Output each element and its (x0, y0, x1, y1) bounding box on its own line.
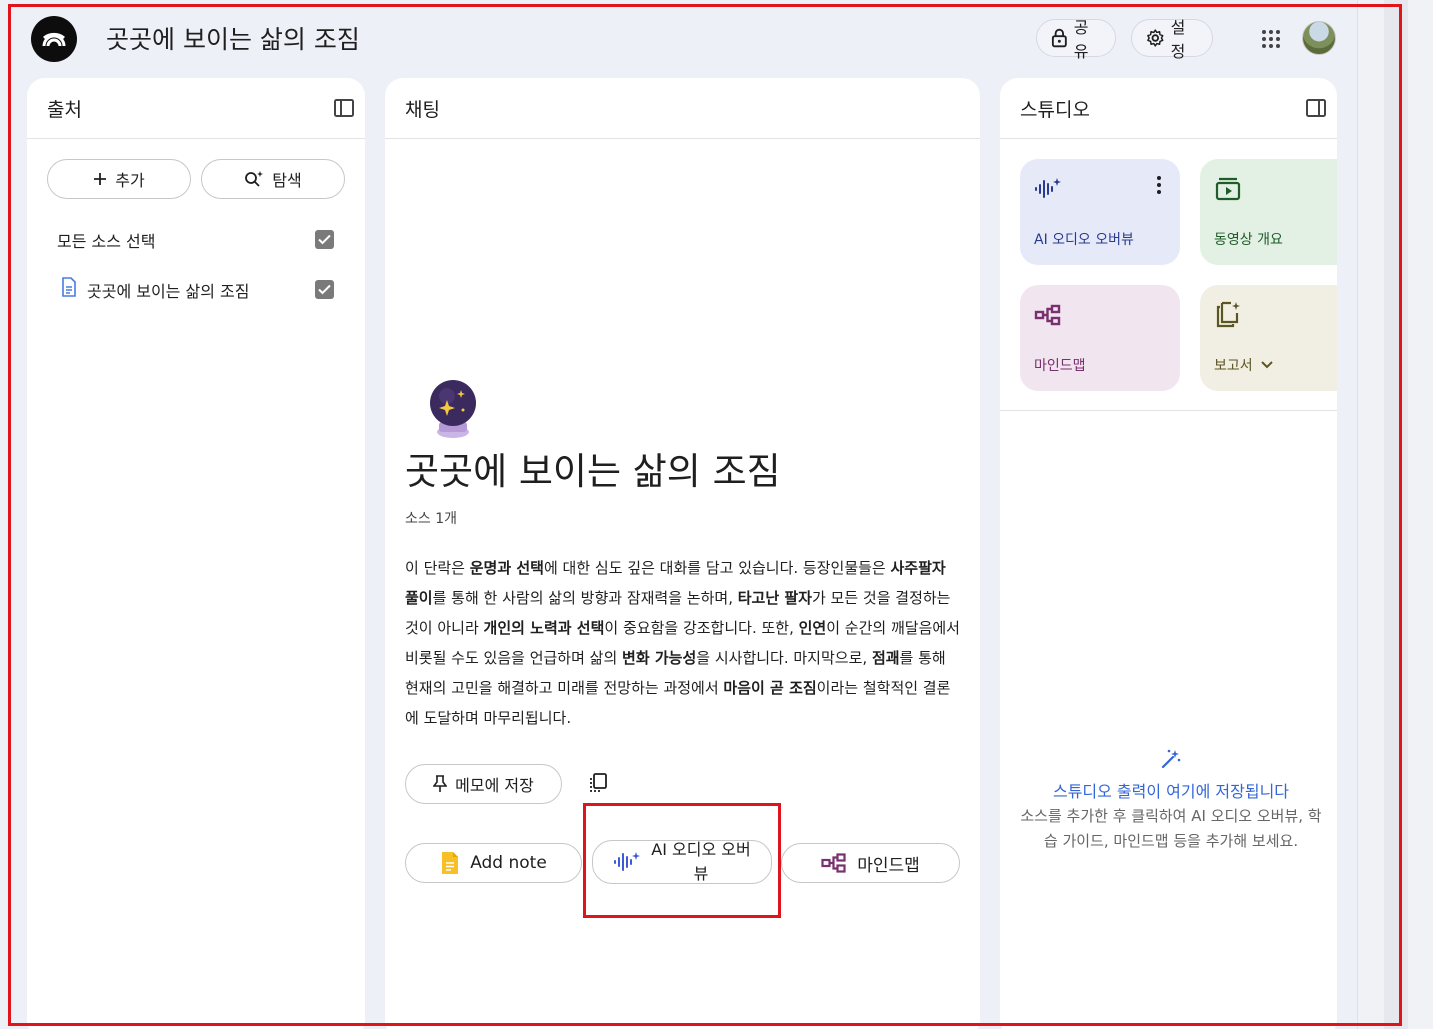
studio-panel: 스튜디오 AI 오디오 오버뷰 동영상 개요 마인드맵 보고서 스튜디오 출력이… (1000, 78, 1337, 1029)
settings-label: 설정 (1170, 18, 1186, 61)
select-all-label: 모든 소스 선택 (57, 232, 156, 251)
sources-panel: 출처 추가 탐색 모든 소스 선택 곳곳에 보이는 삶의 조짐 (27, 78, 365, 1029)
mind-map-label: 마인드맵 (857, 855, 920, 876)
mind-map-icon (821, 853, 846, 873)
mind-map-suggestion-button[interactable]: 마인드맵 (781, 843, 960, 883)
page-title[interactable]: 곳곳에 보이는 삶의 조짐 (106, 20, 360, 56)
apps-grid-icon[interactable] (1261, 29, 1281, 49)
summary-text: 을 시사합니다. 마지막으로, (696, 649, 872, 667)
studio-card-report[interactable]: 보고서 (1200, 285, 1337, 391)
studio-empty-state: 스튜디오 출력이 여기에 저장됩니다 소스를 추가한 후 클릭하여 AI 오디오… (1016, 748, 1326, 854)
explore-button[interactable]: 탐색 (201, 159, 345, 199)
summary-bold-phrase: 변화 가능성 (622, 649, 697, 667)
scrollbar-track[interactable] (1384, 0, 1408, 1029)
summary-bold-phrase: 인연 (798, 619, 827, 637)
notebook-summary: 이 단락은 운명과 선택에 대한 심도 깊은 대화를 담고 있습니다. 등장인물… (405, 553, 960, 733)
lock-icon (1051, 28, 1067, 48)
studio-divider (1000, 410, 1337, 411)
audio-overview-suggestion-button[interactable]: AI 오디오 오버뷰 (592, 840, 772, 884)
source-item[interactable]: 곳곳에 보이는 삶의 조짐 (57, 273, 347, 305)
app-root: 곳곳에 보이는 삶의 조짐 공유 설정 출처 추가 탐색 모든 소스 선택 곳곳… (0, 0, 1357, 1029)
studio-card-video-overview[interactable]: 동영상 개요 (1200, 159, 1337, 265)
collapse-panel-icon[interactable] (1305, 97, 1327, 119)
note-icon (442, 852, 459, 874)
studio-panel-header: 스튜디오 (1000, 78, 1337, 139)
add-source-label: 추가 (115, 171, 145, 190)
document-icon (62, 277, 76, 297)
summary-bold-phrase: 운명과 선택 (469, 559, 544, 577)
summary-bold-phrase: 마음이 곧 조짐 (723, 679, 817, 697)
summary-bold-phrase: 점괘 (871, 649, 900, 667)
share-label: 공유 (1073, 18, 1089, 61)
summary-bold-phrase: 타고난 팔자 (737, 589, 812, 607)
audio-overview-label: AI 오디오 오버뷰 (651, 840, 751, 883)
check-icon (318, 284, 331, 295)
summary-bold-phrase: 개인의 노력과 선택 (483, 619, 605, 637)
plus-icon (94, 173, 107, 185)
source-item-checkbox[interactable] (315, 280, 334, 299)
report-icon (1216, 301, 1240, 328)
mind-map-icon (1034, 304, 1061, 326)
save-to-note-label: 메모에 저장 (455, 776, 534, 795)
summary-text: 에 대한 심도 깊은 대화를 담고 있습니다. 등장인물들은 (543, 559, 891, 577)
gear-icon (1147, 29, 1164, 47)
studio-card-label: 동영상 개요 (1214, 232, 1283, 248)
studio-card-mind-map[interactable]: 마인드맵 (1020, 285, 1180, 391)
audio-wave-icon (614, 852, 640, 871)
studio-card-report-label-wrap: 보고서 (1214, 355, 1273, 375)
share-button[interactable]: 공유 (1036, 18, 1116, 61)
studio-card-label: 마인드맵 (1034, 358, 1086, 374)
studio-card-audio-overview[interactable]: AI 오디오 오버뷰 (1020, 159, 1180, 265)
studio-card-label: AI 오디오 오버뷰 (1034, 232, 1134, 248)
studio-empty-title: 스튜디오 출력이 여기에 저장됩니다 (1052, 782, 1290, 801)
avatar[interactable] (1302, 21, 1336, 55)
sources-panel-header: 출처 (27, 78, 365, 139)
chevron-down-icon[interactable] (1260, 361, 1273, 369)
chat-panel-header: 채팅 (385, 78, 980, 139)
studio-card-label: 보고서 (1214, 358, 1253, 374)
magic-wand-icon (1161, 749, 1181, 769)
source-item-label: 곳곳에 보이는 삶의 조짐 (87, 282, 250, 301)
chat-panel-title: 채팅 (405, 98, 440, 121)
search-sparkle-icon (245, 171, 264, 187)
crystal-ball-icon (430, 380, 476, 438)
pin-icon (433, 775, 448, 792)
check-icon (318, 234, 331, 245)
audio-wave-icon (1035, 178, 1061, 198)
explore-label: 탐색 (272, 171, 302, 190)
notebooklm-logo-icon[interactable] (31, 16, 77, 62)
summary-text: 를 통해 한 사람의 삶의 방향과 잠재력을 논하며, (432, 589, 738, 607)
summary-text: 이 중요함을 강조합니다. 또한, (604, 619, 799, 637)
copy-icon[interactable] (587, 772, 609, 794)
browser-scrollbar-area[interactable] (1357, 0, 1433, 1029)
add-source-button[interactable]: 추가 (47, 159, 191, 199)
sources-panel-title: 출처 (47, 98, 82, 121)
source-count: 소스 1개 (405, 511, 457, 527)
add-note-button[interactable]: Add note (405, 843, 582, 883)
more-options-icon[interactable] (1156, 175, 1162, 195)
video-icon (1215, 177, 1241, 201)
notebook-title: 곳곳에 보이는 삶의 조짐 (405, 450, 781, 493)
settings-button[interactable]: 설정 (1131, 18, 1213, 61)
select-all-checkbox[interactable] (315, 230, 334, 249)
save-to-note-button[interactable]: 메모에 저장 (405, 764, 562, 804)
summary-text: 이 단락은 (405, 559, 470, 577)
chat-panel: 채팅 곳곳에 보이는 삶의 조짐 소스 1개 이 단락은 운명과 선택에 대한 … (385, 78, 980, 1029)
studio-empty-description: 소스를 추가한 후 클릭하여 AI 오디오 오버뷰, 학습 가이드, 마인드맵 … (1020, 807, 1322, 850)
collapse-panel-icon[interactable] (333, 97, 355, 119)
studio-panel-title: 스튜디오 (1020, 98, 1090, 121)
add-note-label: Add note (470, 853, 547, 873)
